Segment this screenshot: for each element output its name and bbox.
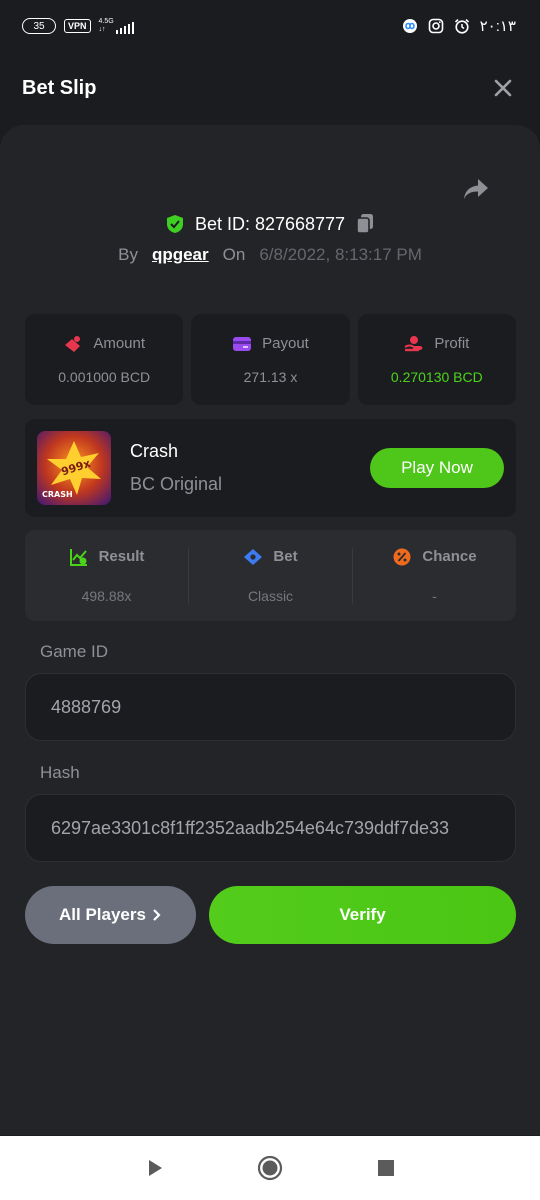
- result-result: Result 498.88x: [25, 548, 188, 604]
- stat-profit: Profit 0.270130 BCD: [357, 314, 516, 405]
- network-arrows: ↓↑: [98, 26, 106, 33]
- game-info: Crash BC Original: [130, 441, 370, 495]
- play-now-button[interactable]: Play Now: [370, 448, 504, 488]
- on-label: On: [222, 245, 246, 264]
- status-bar: 35 VPN 4.5G ↓↑ ۲۰:۱۳: [0, 0, 540, 52]
- result-value: Classic: [247, 587, 294, 604]
- system-nav-bar: [0, 1136, 540, 1200]
- stat-label: Amount: [93, 335, 146, 352]
- battery-indicator: 35: [22, 18, 56, 34]
- result-chance: Chance -: [352, 547, 516, 604]
- signal-icon: [115, 22, 135, 34]
- modal-header: Bet Slip: [0, 52, 540, 124]
- result-label: Chance: [422, 548, 477, 565]
- page-title: Bet Slip: [22, 76, 97, 99]
- username-link[interactable]: qpgear: [152, 245, 209, 265]
- svg-text:CRASH: CRASH: [42, 490, 73, 499]
- ticket-icon: [244, 548, 263, 565]
- status-right: ۲۰:۱۳: [402, 17, 516, 35]
- result-label: Bet: [273, 548, 298, 565]
- status-left: 35 VPN 4.5G ↓↑: [22, 18, 135, 34]
- network-type: 4.5G: [98, 18, 114, 25]
- network-indicator: 4.5G ↓↑: [99, 18, 135, 34]
- hand-coin-icon: [404, 335, 423, 351]
- game-card: 999x CRASH Crash BC Original Play Now: [25, 419, 516, 517]
- vpn-indicator: VPN: [64, 19, 91, 33]
- percent-icon: [393, 548, 411, 565]
- stats-row: Amount 0.001000 BCD Payout 271.13 x Prof…: [25, 314, 516, 405]
- back-icon[interactable]: [141, 1155, 167, 1181]
- game-thumbnail[interactable]: 999x CRASH: [37, 431, 111, 505]
- wallet-icon: [233, 336, 252, 351]
- clock: ۲۰:۱۳: [479, 18, 516, 35]
- verify-button[interactable]: Verify: [209, 886, 516, 944]
- result-bet: Bet Classic: [188, 547, 352, 604]
- chevron-right-icon: [153, 909, 161, 921]
- stat-payout: Payout 271.13 x: [191, 314, 350, 405]
- share-icon[interactable]: [462, 177, 490, 201]
- bet-slip-card: Bet ID: 827668777 By qpgear On 6/8/2022,…: [0, 125, 540, 1135]
- bet-date: 6/8/2022, 8:13:17 PM: [259, 245, 422, 264]
- stat-label: Payout: [262, 335, 309, 352]
- bet-id: Bet ID: 827668777: [194, 213, 346, 234]
- result-value: 498.88x: [81, 587, 132, 604]
- stat-amount: Amount 0.001000 BCD: [25, 314, 184, 405]
- game-id-label: Game ID: [40, 642, 109, 661]
- close-icon[interactable]: [492, 77, 514, 99]
- home-icon[interactable]: [257, 1155, 283, 1181]
- coins-icon: [65, 335, 81, 352]
- hash-label: Hash: [40, 763, 80, 782]
- recents-icon[interactable]: [373, 1155, 399, 1181]
- all-players-button[interactable]: All Players: [25, 886, 196, 944]
- instagram-icon: [428, 18, 443, 34]
- stat-value: 0.270130 BCD: [390, 368, 483, 385]
- copy-icon[interactable]: [355, 213, 375, 235]
- all-players-label: All Players: [59, 905, 146, 924]
- result-value: -: [432, 587, 437, 604]
- link-icon: [402, 19, 417, 33]
- stat-value: 271.13 x: [243, 368, 298, 385]
- game-provider: BC Original: [130, 474, 223, 494]
- hash-field[interactable]: 6297ae3301c8f1ff2352aadb254e64c739ddf7de…: [25, 794, 516, 862]
- result-label: Result: [98, 548, 145, 565]
- stat-value: 0.001000 BCD: [58, 368, 151, 385]
- game-id-field[interactable]: 4888769: [25, 673, 516, 741]
- chart-check-icon: [69, 548, 87, 566]
- shield-check-icon: [166, 215, 183, 233]
- bet-id-row: Bet ID: 827668777: [0, 213, 540, 235]
- stat-label: Profit: [434, 335, 470, 352]
- alarm-icon: [454, 19, 469, 34]
- game-name: Crash: [130, 441, 179, 461]
- result-row: Result 498.88x Bet Classic Chance -: [25, 530, 516, 621]
- by-label: By: [118, 245, 138, 264]
- bet-meta-row: By qpgear On 6/8/2022, 8:13:17 PM: [0, 245, 540, 265]
